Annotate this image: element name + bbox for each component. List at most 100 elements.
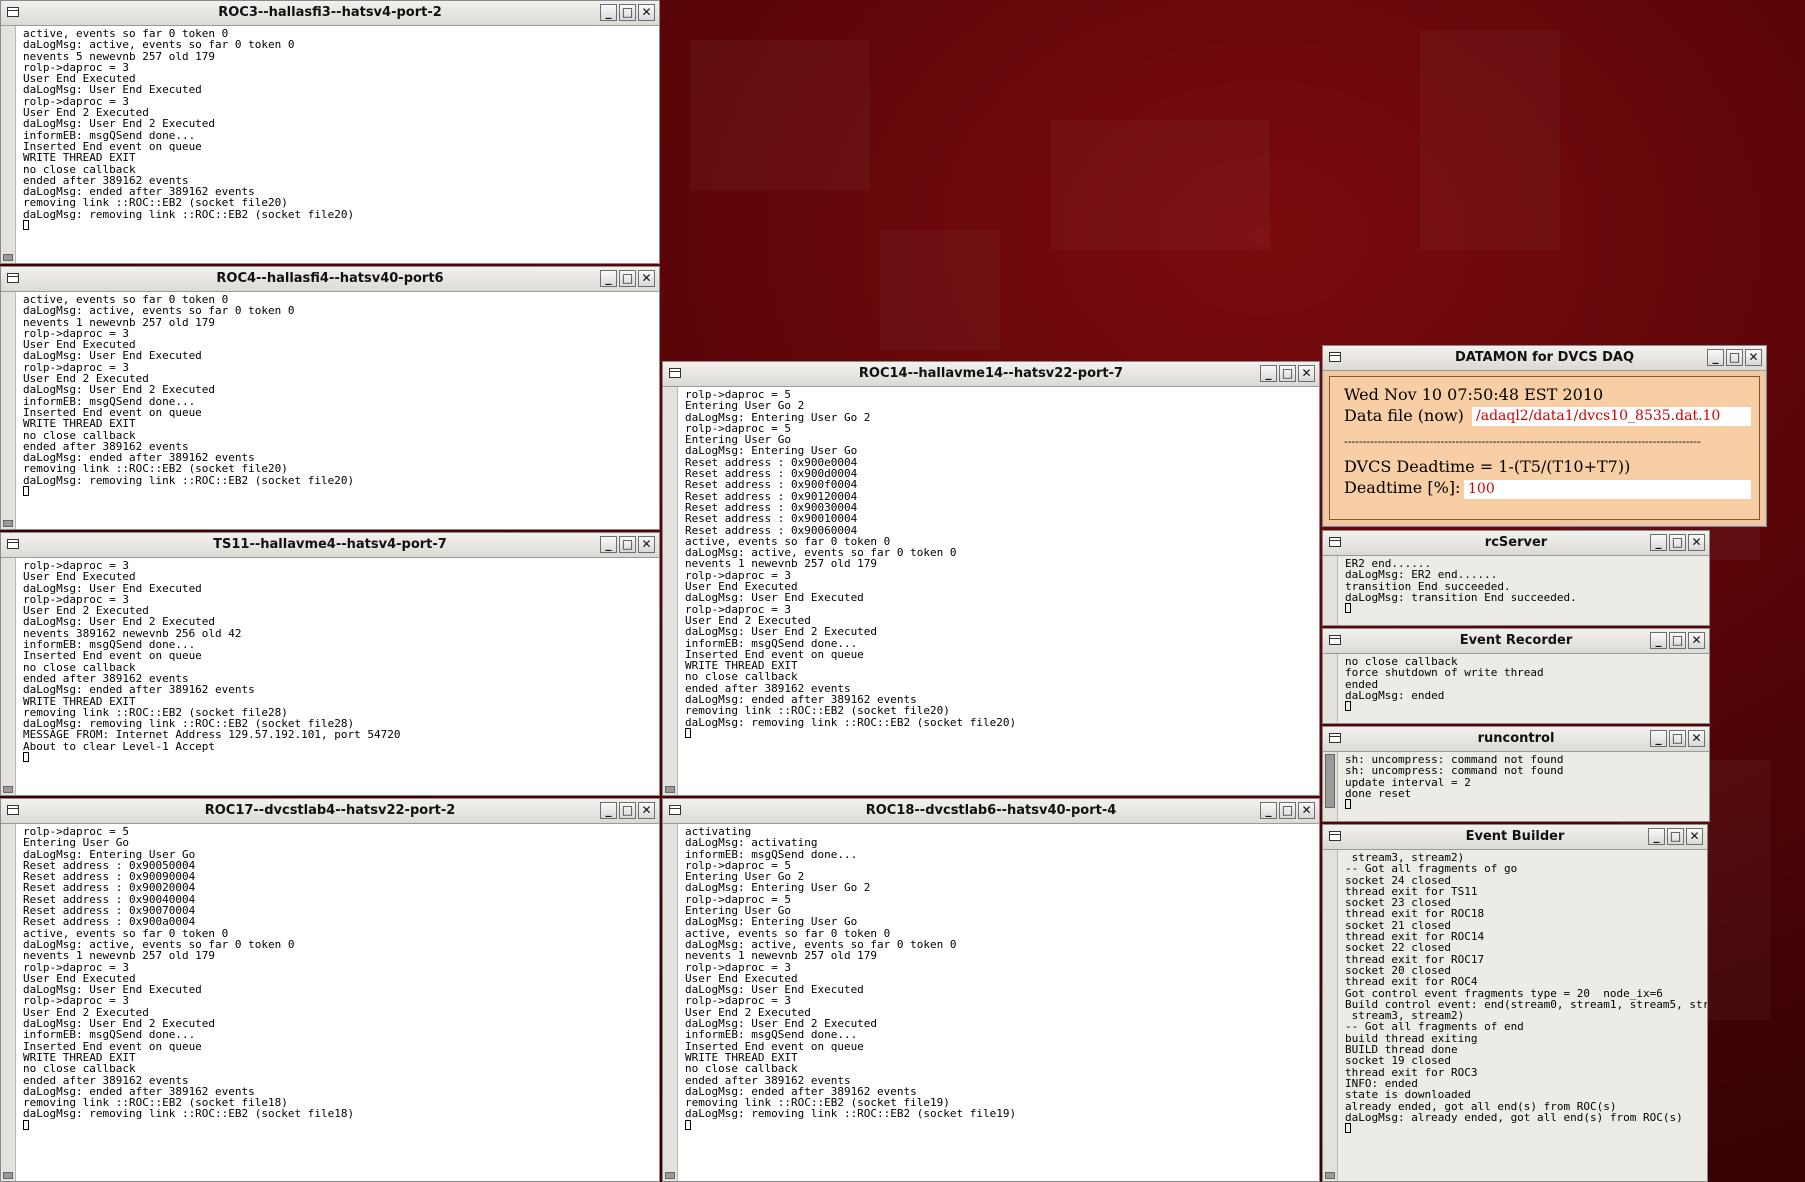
terminal-prompt[interactable]	[1345, 701, 1705, 712]
terminal-prompt[interactable]	[685, 727, 1315, 739]
terminal-prompt[interactable]	[23, 1119, 655, 1131]
scroll-thumb[interactable]	[1325, 1172, 1335, 1179]
maximize-button[interactable]: □	[1726, 349, 1743, 366]
event-builder-window[interactable]: Event Builder _ □ ✕ stream3, stream2) -- Go…	[1322, 824, 1708, 1182]
scroll-thumb[interactable]	[3, 1172, 13, 1179]
titlebar[interactable]: DATAMON for DVCS DAQ _ □ ✕	[1323, 346, 1766, 371]
terminal-window-roc14[interactable]: ROC14--hallavme14--hatsv22-port-7 _ □ ✕ ro…	[662, 361, 1320, 796]
window-menu-icon[interactable]	[1329, 733, 1341, 743]
terminal-window-roc4[interactable]: ROC4--hallasfi4--hatsv40-port6 _ □ ✕ activ…	[0, 266, 660, 530]
terminal-output[interactable]: rolp->daproc = 5 Entering User Go 2 daLogM…	[663, 387, 1319, 795]
minimize-button[interactable]: _	[1707, 349, 1724, 366]
window-menu-icon[interactable]	[1329, 635, 1341, 645]
close-button[interactable]: ✕	[1688, 632, 1705, 649]
window-menu-icon[interactable]	[669, 368, 681, 378]
minimize-button[interactable]: _	[1648, 828, 1665, 845]
minimize-button[interactable]: _	[1650, 730, 1667, 747]
titlebar[interactable]: ROC14--hallavme14--hatsv22-port-7 _ □ ✕	[663, 362, 1319, 387]
window-menu-icon[interactable]	[7, 805, 19, 815]
minimize-button[interactable]: _	[1260, 365, 1277, 382]
scrollbar[interactable]	[1323, 850, 1338, 1181]
close-button[interactable]: ✕	[638, 802, 655, 819]
minimize-button[interactable]: _	[600, 4, 617, 21]
maximize-button[interactable]: □	[619, 4, 636, 21]
close-button[interactable]: ✕	[638, 4, 655, 21]
rcserver-window[interactable]: rcServer _ □ ✕ ER2 end...... daLogMsg: ER2 …	[1322, 530, 1710, 626]
close-button[interactable]: ✕	[1745, 349, 1762, 366]
terminal-prompt[interactable]	[685, 1119, 1315, 1131]
window-menu-icon[interactable]	[1329, 352, 1341, 362]
terminal-output[interactable]: sh: uncompress: command not found sh: unc…	[1323, 752, 1709, 821]
scrollbar[interactable]	[663, 387, 678, 795]
scroll-thumb[interactable]	[3, 520, 13, 527]
scrollbar[interactable]	[1323, 556, 1338, 625]
terminal-output[interactable]: active, events so far 0 token 0 daLogMsg:…	[1, 26, 659, 263]
window-menu-icon[interactable]	[1329, 537, 1341, 547]
maximize-button[interactable]: □	[619, 802, 636, 819]
terminal-output[interactable]: no close callback force shutdown of write…	[1323, 654, 1709, 723]
maximize-button[interactable]: □	[1669, 730, 1686, 747]
scrollbar[interactable]	[1323, 654, 1338, 723]
scrollbar[interactable]	[1, 824, 16, 1181]
titlebar[interactable]: TS11--hallavme4--hatsv4-port-7 _ □ ✕	[1, 533, 659, 558]
terminal-output[interactable]: rolp->daproc = 3 User End Executed daLogMs…	[1, 558, 659, 795]
scroll-thumb[interactable]	[1325, 754, 1335, 808]
window-menu-icon[interactable]	[7, 539, 19, 549]
maximize-button[interactable]: □	[619, 270, 636, 287]
maximize-button[interactable]: □	[619, 536, 636, 553]
scroll-thumb[interactable]	[665, 1172, 675, 1179]
titlebar[interactable]: Event Recorder _ □ ✕	[1323, 629, 1709, 654]
terminal-prompt[interactable]	[1345, 1123, 1703, 1134]
maximize-button[interactable]: □	[1667, 828, 1684, 845]
close-button[interactable]: ✕	[1298, 802, 1315, 819]
runcontrol-window[interactable]: runcontrol _ □ ✕ sh: uncompress: command n…	[1322, 726, 1710, 822]
scrollbar[interactable]	[1, 558, 16, 795]
scroll-thumb[interactable]	[3, 786, 13, 793]
minimize-button[interactable]: _	[1650, 632, 1667, 649]
titlebar[interactable]: rcServer _ □ ✕	[1323, 531, 1709, 556]
scroll-thumb[interactable]	[3, 254, 13, 261]
window-menu-icon[interactable]	[7, 7, 19, 17]
datamon-window[interactable]: DATAMON for DVCS DAQ _ □ ✕ Wed Nov 10 07:5…	[1322, 345, 1767, 527]
minimize-button[interactable]: _	[1650, 534, 1667, 551]
titlebar[interactable]: ROC18--dvcstlab6--hatsv40-port-4 _ □ ✕	[663, 799, 1319, 824]
minimize-button[interactable]: _	[600, 536, 617, 553]
maximize-button[interactable]: □	[1279, 365, 1296, 382]
terminal-prompt[interactable]	[23, 220, 655, 231]
terminal-prompt[interactable]	[23, 752, 655, 763]
close-button[interactable]: ✕	[1686, 828, 1703, 845]
terminal-window-roc18[interactable]: ROC18--dvcstlab6--hatsv40-port-4 _ □ ✕ act…	[662, 798, 1320, 1182]
titlebar[interactable]: ROC4--hallasfi4--hatsv40-port6 _ □ ✕	[1, 267, 659, 292]
titlebar[interactable]: ROC17--dvcstlab4--hatsv22-port-2 _ □ ✕	[1, 799, 659, 824]
close-button[interactable]: ✕	[1688, 730, 1705, 747]
scrollbar[interactable]	[1, 26, 16, 263]
window-menu-icon[interactable]	[7, 273, 19, 283]
terminal-output[interactable]: rolp->daproc = 5 Entering User Go daLogMsg…	[1, 824, 659, 1181]
terminal-window-ts11[interactable]: TS11--hallavme4--hatsv4-port-7 _ □ ✕ rolp-…	[0, 532, 660, 796]
event-recorder-window[interactable]: Event Recorder _ □ ✕ no close callback forc…	[1322, 628, 1710, 724]
scrollbar[interactable]	[663, 824, 678, 1181]
scrollbar[interactable]	[1323, 752, 1338, 821]
maximize-button[interactable]: □	[1669, 632, 1686, 649]
terminal-output[interactable]: activating daLogMsg: activating informEB: …	[663, 824, 1319, 1181]
scroll-thumb[interactable]	[665, 786, 675, 793]
terminal-window-roc17[interactable]: ROC17--dvcstlab4--hatsv22-port-2 _ □ ✕ rol…	[0, 798, 660, 1182]
minimize-button[interactable]: _	[1260, 802, 1277, 819]
terminal-prompt[interactable]	[1345, 799, 1705, 810]
terminal-output[interactable]: ER2 end...... daLogMsg: ER2 end...... tran…	[1323, 556, 1709, 625]
minimize-button[interactable]: _	[600, 802, 617, 819]
titlebar[interactable]: runcontrol _ □ ✕	[1323, 727, 1709, 752]
terminal-output[interactable]: stream3, stream2) -- Got all fragments of…	[1323, 850, 1707, 1181]
maximize-button[interactable]: □	[1279, 802, 1296, 819]
terminal-window-roc3[interactable]: ROC3--hallasfi3--hatsv4-port-2 _ □ ✕ activ…	[0, 0, 660, 264]
maximize-button[interactable]: □	[1669, 534, 1686, 551]
close-button[interactable]: ✕	[1298, 365, 1315, 382]
window-menu-icon[interactable]	[1329, 831, 1341, 841]
terminal-prompt[interactable]	[23, 486, 655, 497]
close-button[interactable]: ✕	[638, 270, 655, 287]
minimize-button[interactable]: _	[600, 270, 617, 287]
titlebar[interactable]: Event Builder _ □ ✕	[1323, 825, 1707, 850]
window-menu-icon[interactable]	[669, 805, 681, 815]
terminal-prompt[interactable]	[1345, 603, 1705, 614]
scrollbar[interactable]	[1, 292, 16, 529]
